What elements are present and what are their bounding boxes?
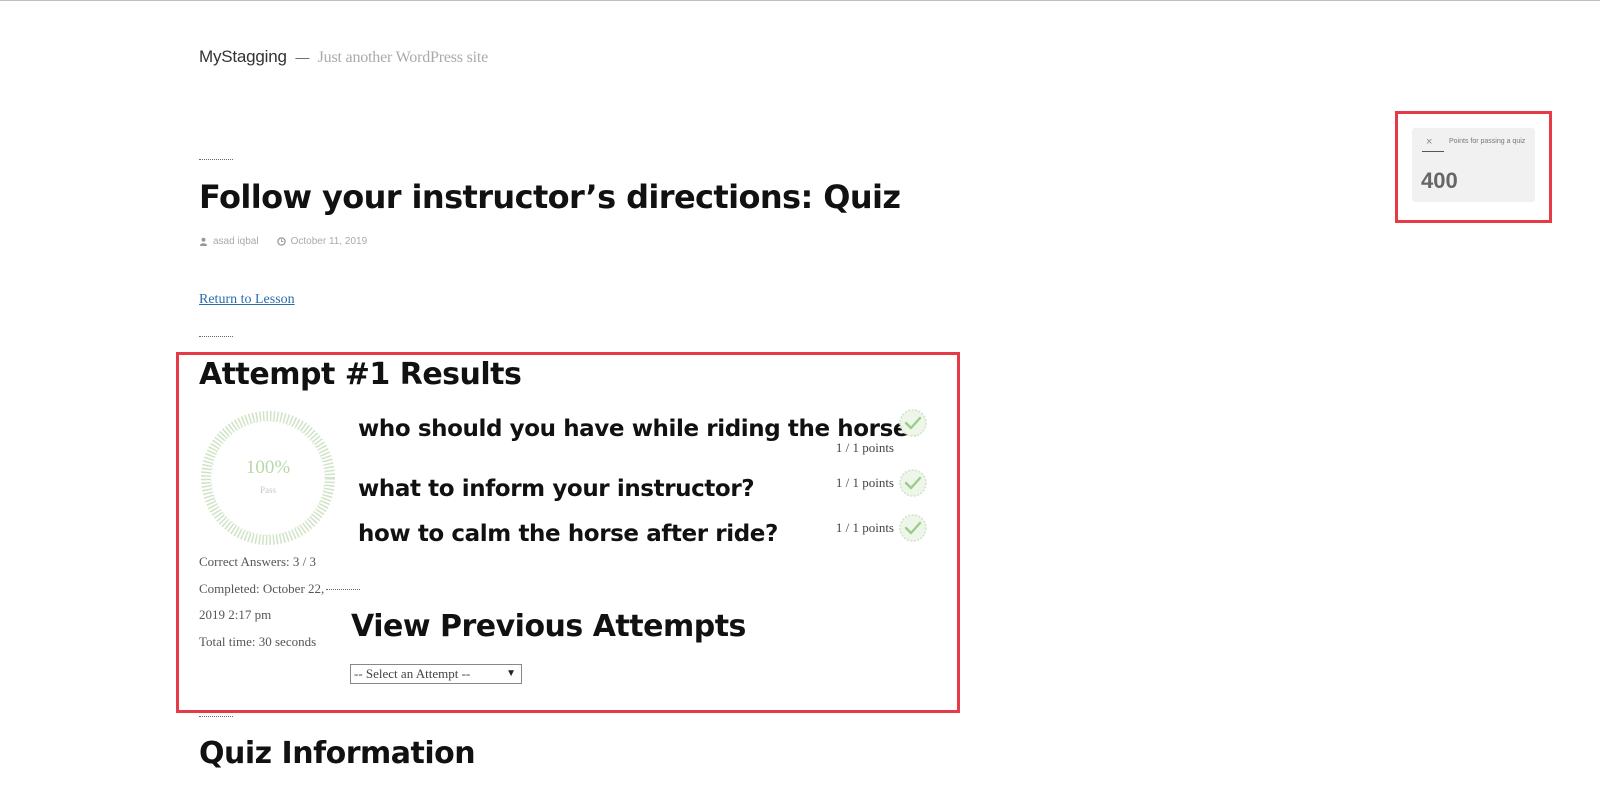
top-border bbox=[0, 0, 1600, 1]
correct-answers: Correct Answers: 3 / 3 bbox=[199, 554, 316, 569]
clock-icon bbox=[276, 237, 286, 246]
completed-time: 2019 2:17 pm bbox=[199, 607, 272, 622]
quiz-information-title: Quiz Information bbox=[199, 736, 476, 771]
completed-date: Completed: October 22, bbox=[199, 576, 361, 603]
question-text: who should you have while riding the hor… bbox=[358, 416, 922, 442]
question-row: who should you have while riding the hor… bbox=[358, 409, 930, 456]
post-author[interactable]: asad iqbal bbox=[199, 236, 259, 247]
score-percent: 100% bbox=[245, 457, 291, 478]
attempt-stats: Correct Answers: 3 / 3 Completed: Octobe… bbox=[199, 549, 361, 655]
post-date[interactable]: October 11, 2019 bbox=[276, 236, 368, 247]
question-text: what to inform your instructor? bbox=[358, 476, 755, 502]
site-tagline: Just another WordPress site bbox=[317, 49, 489, 66]
points-notification: × Points for passing a quiz 400 bbox=[1412, 128, 1535, 202]
divider bbox=[199, 336, 233, 337]
score-circle: 100% Pass bbox=[199, 409, 337, 547]
close-icon[interactable]: × bbox=[1426, 136, 1432, 148]
question-text: how to calm the horse after ride? bbox=[358, 521, 778, 547]
question-row: what to inform your instructor? 1 / 1 po… bbox=[358, 469, 930, 516]
attempt-results-title: Attempt #1 Results bbox=[199, 357, 522, 392]
site-title-separator: — bbox=[295, 49, 310, 65]
question-row: how to calm the horse after ride? 1 / 1 … bbox=[358, 514, 930, 561]
return-to-lesson-link[interactable]: Return to Lesson bbox=[199, 292, 295, 308]
post-meta: asad iqbal October 11, 2019 bbox=[199, 236, 367, 247]
question-points: 1 / 1 points bbox=[835, 520, 894, 535]
question-points: 1 / 1 points bbox=[835, 440, 894, 455]
total-time: Total time: 30 seconds bbox=[199, 633, 317, 649]
attempt-select-value: -- Select an Attempt -- bbox=[354, 666, 471, 681]
author-name: asad iqbal bbox=[213, 236, 259, 247]
site-header: MyStagging — Just another WordPress site bbox=[199, 47, 488, 67]
attempt-select[interactable]: -- Select an Attempt -- ▼ bbox=[350, 664, 522, 684]
user-icon bbox=[199, 237, 208, 246]
dropdown-arrow-icon: ▼ bbox=[506, 668, 516, 679]
question-points: 1 / 1 points bbox=[835, 475, 894, 490]
divider bbox=[199, 159, 233, 160]
check-icon bbox=[899, 469, 927, 497]
site-title[interactable]: MyStagging bbox=[199, 47, 287, 66]
page-title: Follow your instructor’s directions: Qui… bbox=[199, 178, 901, 216]
check-icon bbox=[899, 514, 927, 542]
check-icon bbox=[899, 409, 927, 437]
score-status: Pass bbox=[259, 485, 276, 495]
points-label: Points for passing a quiz bbox=[1449, 138, 1526, 145]
close-underline bbox=[1422, 151, 1444, 152]
points-value: 400 bbox=[1421, 168, 1458, 193]
date-text: October 11, 2019 bbox=[290, 236, 368, 247]
previous-attempts-title: View Previous Attempts bbox=[351, 609, 746, 644]
divider bbox=[199, 716, 233, 717]
